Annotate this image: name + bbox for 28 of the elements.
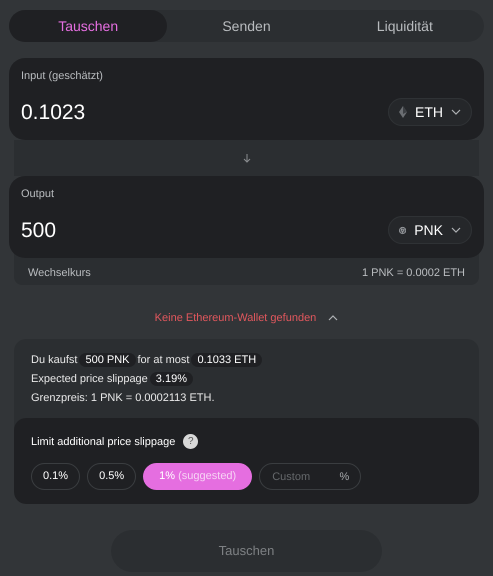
help-icon[interactable]: ? bbox=[183, 434, 198, 450]
slippage-label: Limit additional price slippage bbox=[31, 434, 176, 450]
rate-value: 1 PNK = 0.0002 ETH bbox=[362, 266, 465, 282]
down-arrow-icon bbox=[242, 154, 250, 162]
chevron-icon bbox=[328, 315, 338, 322]
chevron-icon bbox=[451, 227, 461, 234]
slippage-option[interactable]: 0.1% bbox=[31, 463, 80, 490]
tab[interactable]: Tauschen bbox=[9, 10, 168, 42]
amount-field[interactable]: 0.1023 bbox=[21, 96, 221, 128]
token-select[interactable]: ETH bbox=[388, 98, 472, 126]
value-pill: 500 PNK bbox=[79, 352, 136, 366]
percent-unit: % bbox=[339, 470, 350, 485]
rate-label: Wechselkurs bbox=[28, 266, 91, 282]
field-label: Output bbox=[21, 187, 56, 202]
field-label: Input (geschätzt) bbox=[21, 69, 104, 84]
diamond-icon bbox=[399, 106, 407, 118]
tab[interactable]: Liquidität bbox=[326, 10, 484, 42]
token-select[interactable]: PNK bbox=[388, 216, 472, 244]
slippage-option[interactable]: 0.5% bbox=[87, 463, 136, 490]
summary-text: Expected price slippage bbox=[31, 372, 148, 384]
chevron-icon bbox=[451, 109, 461, 116]
amount-field[interactable]: 500 bbox=[21, 214, 221, 246]
summary-text: Du kaufst bbox=[31, 354, 78, 366]
value-pill: 0.1033 ETH bbox=[191, 352, 262, 366]
value-pill: 3.19% bbox=[150, 372, 193, 386]
summary-text: Grenzpreis: 1 PNK = 0.0002113 ETH. bbox=[31, 392, 215, 404]
summary-text: for at most bbox=[138, 354, 190, 366]
tab[interactable]: Senden bbox=[167, 10, 326, 42]
